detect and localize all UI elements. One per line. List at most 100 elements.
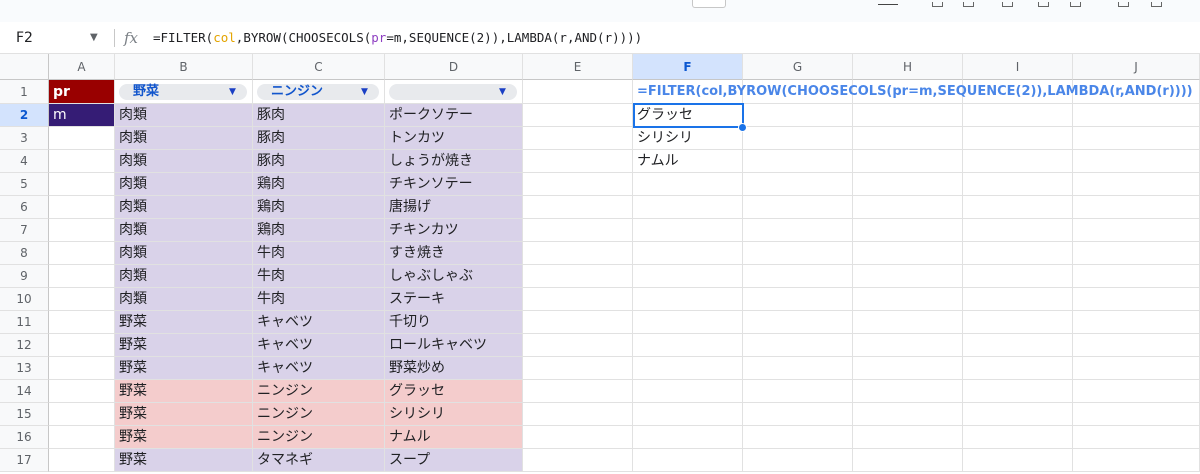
cell-i13[interactable]	[963, 357, 1073, 380]
cell-e13[interactable]	[523, 357, 633, 380]
cell-e15[interactable]	[523, 403, 633, 426]
toolbar-button[interactable]	[963, 2, 974, 7]
cell-i7[interactable]	[963, 219, 1073, 242]
cell-g15[interactable]	[743, 403, 853, 426]
cell-d2[interactable]: ポークソテー	[385, 104, 523, 127]
column-header-c[interactable]: C	[253, 54, 385, 80]
cell-c12[interactable]: キャベツ	[253, 334, 385, 357]
cell-b8[interactable]: 肉類	[115, 242, 253, 265]
cell-i5[interactable]	[963, 173, 1073, 196]
row-header-5[interactable]: 5	[0, 173, 49, 196]
column-header-b[interactable]: B	[115, 54, 253, 80]
cell-j11[interactable]	[1073, 311, 1200, 334]
cell-d9[interactable]: しゃぶしゃぶ	[385, 265, 523, 288]
select-all-corner[interactable]	[0, 54, 49, 80]
cell-a3[interactable]	[49, 127, 115, 150]
sheet-grid[interactable]: A B C D E F G H I J 1 2 3 4 5 6 7 8 9 10 11 12 13 14 15 16 17 pr m 肉類…	[0, 54, 1200, 474]
cell-j2[interactable]	[1073, 104, 1200, 127]
cell-h2[interactable]	[853, 104, 963, 127]
cell-e17[interactable]	[523, 449, 633, 472]
cell-d15[interactable]: シリシリ	[385, 403, 523, 426]
cell-f11[interactable]	[633, 311, 743, 334]
cell-a13[interactable]	[49, 357, 115, 380]
cell-h9[interactable]	[853, 265, 963, 288]
cell-i10[interactable]	[963, 288, 1073, 311]
active-cell-selection[interactable]	[633, 103, 744, 128]
cell-g12[interactable]	[743, 334, 853, 357]
cell-b9[interactable]: 肉類	[115, 265, 253, 288]
cell-f15[interactable]	[633, 403, 743, 426]
cell-a8[interactable]	[49, 242, 115, 265]
cell-c3[interactable]: 豚肉	[253, 127, 385, 150]
cell-i12[interactable]	[963, 334, 1073, 357]
cell-j7[interactable]	[1073, 219, 1200, 242]
cell-a6[interactable]	[49, 196, 115, 219]
cell-c11[interactable]: キャベツ	[253, 311, 385, 334]
toolbar-button[interactable]	[692, 0, 726, 8]
cell-c2[interactable]: 豚肉	[253, 104, 385, 127]
cell-d14[interactable]: グラッセ	[385, 380, 523, 403]
cell-a1[interactable]: pr	[49, 80, 115, 104]
cell-a10[interactable]	[49, 288, 115, 311]
toolbar-button[interactable]	[932, 2, 943, 7]
cell-h13[interactable]	[853, 357, 963, 380]
cell-g13[interactable]	[743, 357, 853, 380]
row-header-12[interactable]: 12	[0, 334, 49, 357]
cell-b14[interactable]: 野菜	[115, 380, 253, 403]
cell-b11[interactable]: 野菜	[115, 311, 253, 334]
cell-h10[interactable]	[853, 288, 963, 311]
toolbar-button[interactable]	[1070, 2, 1081, 7]
cell-d8[interactable]: すき焼き	[385, 242, 523, 265]
cell-j13[interactable]	[1073, 357, 1200, 380]
cell-e12[interactable]	[523, 334, 633, 357]
cell-g5[interactable]	[743, 173, 853, 196]
cell-h17[interactable]	[853, 449, 963, 472]
column-header-g[interactable]: G	[743, 54, 853, 80]
cell-f5[interactable]	[633, 173, 743, 196]
cell-d11[interactable]: 千切り	[385, 311, 523, 334]
toolbar-button[interactable]	[1038, 2, 1049, 7]
cell-j8[interactable]	[1073, 242, 1200, 265]
cell-c10[interactable]: 牛肉	[253, 288, 385, 311]
row-header-13[interactable]: 13	[0, 357, 49, 380]
row-header-14[interactable]: 14	[0, 380, 49, 403]
cell-j17[interactable]	[1073, 449, 1200, 472]
row-header-16[interactable]: 16	[0, 426, 49, 449]
row-header-11[interactable]: 11	[0, 311, 49, 334]
cell-j4[interactable]	[1073, 150, 1200, 173]
cell-e5[interactable]	[523, 173, 633, 196]
cell-d17[interactable]: スープ	[385, 449, 523, 472]
cell-b6[interactable]: 肉類	[115, 196, 253, 219]
row-header-7[interactable]: 7	[0, 219, 49, 242]
cell-f12[interactable]	[633, 334, 743, 357]
cell-a2[interactable]: m	[49, 104, 115, 127]
cell-f4[interactable]: ナムル	[633, 150, 743, 173]
cell-d10[interactable]: ステーキ	[385, 288, 523, 311]
chevron-down-icon[interactable]: ▼	[90, 22, 104, 54]
cell-h6[interactable]	[853, 196, 963, 219]
row-header-1[interactable]: 1	[0, 80, 49, 104]
cell-j3[interactable]	[1073, 127, 1200, 150]
row-header-6[interactable]: 6	[0, 196, 49, 219]
cell-j5[interactable]	[1073, 173, 1200, 196]
chevron-down-icon[interactable]: ▼	[229, 84, 236, 100]
cell-h4[interactable]	[853, 150, 963, 173]
row-header-4[interactable]: 4	[0, 150, 49, 173]
cell-h14[interactable]	[853, 380, 963, 403]
cell-c14[interactable]: ニンジン	[253, 380, 385, 403]
cell-i17[interactable]	[963, 449, 1073, 472]
cell-i9[interactable]	[963, 265, 1073, 288]
cell-i14[interactable]	[963, 380, 1073, 403]
cell-j15[interactable]	[1073, 403, 1200, 426]
cell-a15[interactable]	[49, 403, 115, 426]
cell-a12[interactable]	[49, 334, 115, 357]
cell-b10[interactable]: 肉類	[115, 288, 253, 311]
cell-h8[interactable]	[853, 242, 963, 265]
row-header-2[interactable]: 2	[0, 104, 49, 127]
cell-h16[interactable]	[853, 426, 963, 449]
row-header-3[interactable]: 3	[0, 127, 49, 150]
cell-g11[interactable]	[743, 311, 853, 334]
chevron-down-icon[interactable]: ▼	[361, 84, 368, 100]
cell-f10[interactable]	[633, 288, 743, 311]
cell-g17[interactable]	[743, 449, 853, 472]
